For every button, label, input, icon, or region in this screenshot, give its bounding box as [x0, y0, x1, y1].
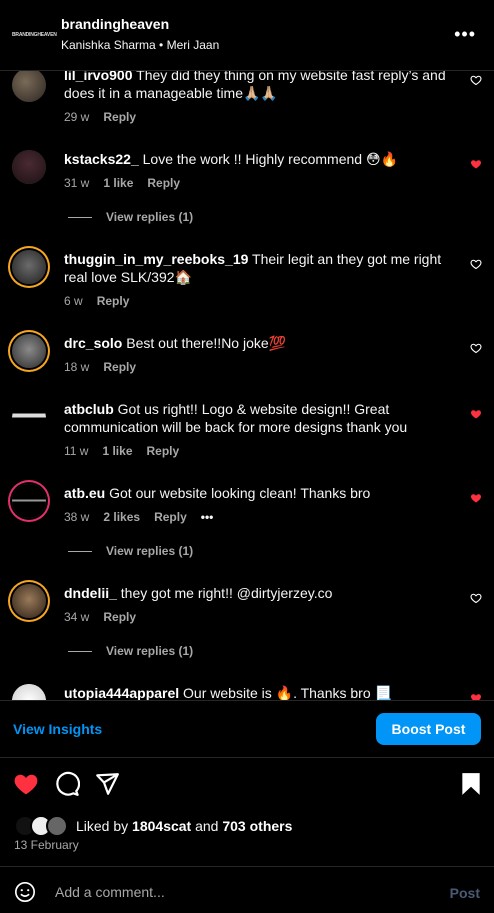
comment-meta: 34 w Reply	[64, 610, 136, 624]
post-actions	[0, 757, 494, 807]
avatar[interactable]	[12, 400, 46, 434]
comment-text: lil_irvo900 They did they thing on my we…	[64, 70, 454, 102]
avatar[interactable]	[12, 70, 46, 102]
post-date[interactable]: 13 February	[14, 838, 79, 852]
replies-line	[68, 550, 92, 552]
comment-likes[interactable]: 1 like	[102, 444, 132, 458]
view-replies-button[interactable]: View replies (1)	[68, 644, 193, 658]
comment-time[interactable]: 18 w	[64, 360, 89, 374]
view-replies-label: View replies (1)	[106, 210, 194, 224]
post-comment-button[interactable]: Post	[450, 885, 480, 901]
heart-outline-icon[interactable]	[470, 74, 482, 86]
comment-body: they got me right!! @dirtyjerzey.co	[120, 585, 333, 601]
avatar[interactable]	[12, 334, 46, 368]
view-replies-button[interactable]: View replies (1)	[68, 544, 193, 558]
comment-meta: 31 w 1 like Reply	[64, 176, 180, 190]
comment-body: Best out there!!No joke💯	[126, 335, 287, 351]
view-replies-button[interactable]: View replies (1)	[68, 210, 193, 224]
comment-body: Got our website looking clean! Thanks br…	[109, 485, 371, 501]
view-replies-label: View replies (1)	[106, 644, 194, 658]
comment-meta: 6 w Reply	[64, 294, 129, 308]
comment-text: atb.eu Got our website looking clean! Th…	[64, 484, 454, 502]
comment-time[interactable]: 38 w	[64, 510, 89, 524]
comment-time[interactable]: 34 w	[64, 610, 89, 624]
comment-username[interactable]: utopia444apparel	[64, 685, 179, 700]
view-insights-link[interactable]: View Insights	[13, 721, 102, 737]
comment-text: kstacks22_ Love the work !! Highly recom…	[64, 150, 454, 168]
reply-button[interactable]: Reply	[103, 110, 136, 124]
liker-username[interactable]: 1804scat	[132, 818, 191, 834]
heart-outline-icon[interactable]	[470, 592, 482, 604]
comment-more-button[interactable]: •••	[201, 510, 214, 524]
like-heart-icon[interactable]	[13, 771, 39, 797]
comment-text: utopia444apparel Our website is 🔥. Thank…	[64, 684, 454, 700]
comment-text: drc_solo Best out there!!No joke💯	[64, 334, 454, 352]
reply-button[interactable]: Reply	[97, 294, 130, 308]
avatar[interactable]	[12, 684, 46, 700]
account-logo[interactable]: BRANDINGHEAVEN	[12, 24, 57, 46]
likes-and: and	[195, 818, 219, 834]
comment-text: dndelii_ they got me right!! @dirtyjerze…	[64, 584, 454, 602]
logo-text: BRANDINGHEAVEN	[12, 32, 57, 38]
comment-time[interactable]: 11 w	[64, 444, 88, 458]
comment-username[interactable]: drc_solo	[64, 335, 122, 351]
reply-button[interactable]: Reply	[154, 510, 187, 524]
heart-filled-icon[interactable]	[470, 408, 482, 420]
likes-summary[interactable]: Liked by 1804scat and 703 others	[14, 815, 292, 837]
comment-icon[interactable]	[54, 771, 80, 797]
avatar[interactable]	[12, 484, 46, 518]
comment-meta: 18 w Reply	[64, 360, 136, 374]
emoji-icon[interactable]	[14, 881, 36, 903]
comment-username[interactable]: dndelii_	[64, 585, 117, 601]
comment-text: atbclub Got us right!! Logo & website de…	[64, 400, 454, 436]
comment-likes[interactable]: 1 like	[103, 176, 133, 190]
comment-username[interactable]: lil_irvo900	[64, 70, 133, 83]
comment-body: Love the work !! Highly recommend 😳🔥	[142, 151, 398, 167]
comment-meta: 38 w 2 likes Reply •••	[64, 510, 213, 524]
avatar[interactable]	[12, 150, 46, 184]
add-comment-bar: Post	[0, 866, 494, 913]
comment-username[interactable]: atbclub	[64, 401, 114, 417]
comment-username[interactable]: thuggin_in_my_reeboks_19	[64, 251, 248, 267]
more-options-button[interactable]: •••	[454, 24, 476, 45]
share-icon[interactable]	[94, 771, 120, 797]
comment-time[interactable]: 6 w	[64, 294, 83, 308]
comment-likes[interactable]: 2 likes	[103, 510, 140, 524]
comment-username[interactable]: atb.eu	[64, 485, 105, 501]
account-name[interactable]: brandingheaven	[61, 16, 169, 32]
insights-bar: View Insights Boost Post	[0, 700, 494, 758]
bookmark-icon[interactable]	[458, 771, 484, 797]
comment-meta: 11 w 1 like Reply	[64, 444, 179, 458]
reply-button[interactable]: Reply	[103, 610, 136, 624]
replies-line	[68, 216, 92, 218]
reply-button[interactable]: Reply	[103, 360, 136, 374]
heart-outline-icon[interactable]	[470, 342, 482, 354]
replies-line	[68, 650, 92, 652]
comments-list[interactable]: lil_irvo900 They did they thing on my we…	[0, 70, 494, 700]
liker-avatar	[46, 815, 68, 837]
heart-outline-icon[interactable]	[470, 258, 482, 270]
comment-time[interactable]: 29 w	[64, 110, 89, 124]
likes-prefix: Liked by	[76, 818, 129, 834]
comment-meta: 29 w Reply	[64, 110, 136, 124]
avatar[interactable]	[12, 250, 46, 284]
boost-post-button[interactable]: Boost Post	[376, 713, 481, 745]
post-subtitle[interactable]: Kanishka Sharma • Meri Jaan	[61, 38, 219, 52]
reply-button[interactable]: Reply	[147, 176, 180, 190]
post-header: BRANDINGHEAVEN brandingheaven Kanishka S…	[0, 0, 494, 71]
heart-filled-icon[interactable]	[470, 692, 482, 700]
comment-body: Our website is 🔥. Thanks bro 📃	[183, 685, 392, 700]
reply-button[interactable]: Reply	[147, 444, 180, 458]
comment-input[interactable]	[53, 879, 427, 905]
heart-filled-icon[interactable]	[470, 158, 482, 170]
view-replies-label: View replies (1)	[106, 544, 194, 558]
avatar[interactable]	[12, 584, 46, 618]
likes-others[interactable]: 703 others	[222, 818, 292, 834]
comment-time[interactable]: 31 w	[64, 176, 89, 190]
heart-filled-icon[interactable]	[470, 492, 482, 504]
comment-text: thuggin_in_my_reeboks_19 Their legit an …	[64, 250, 454, 286]
comment-username[interactable]: kstacks22_	[64, 151, 139, 167]
comment-body: Got us right!! Logo & website design!! G…	[64, 401, 408, 435]
